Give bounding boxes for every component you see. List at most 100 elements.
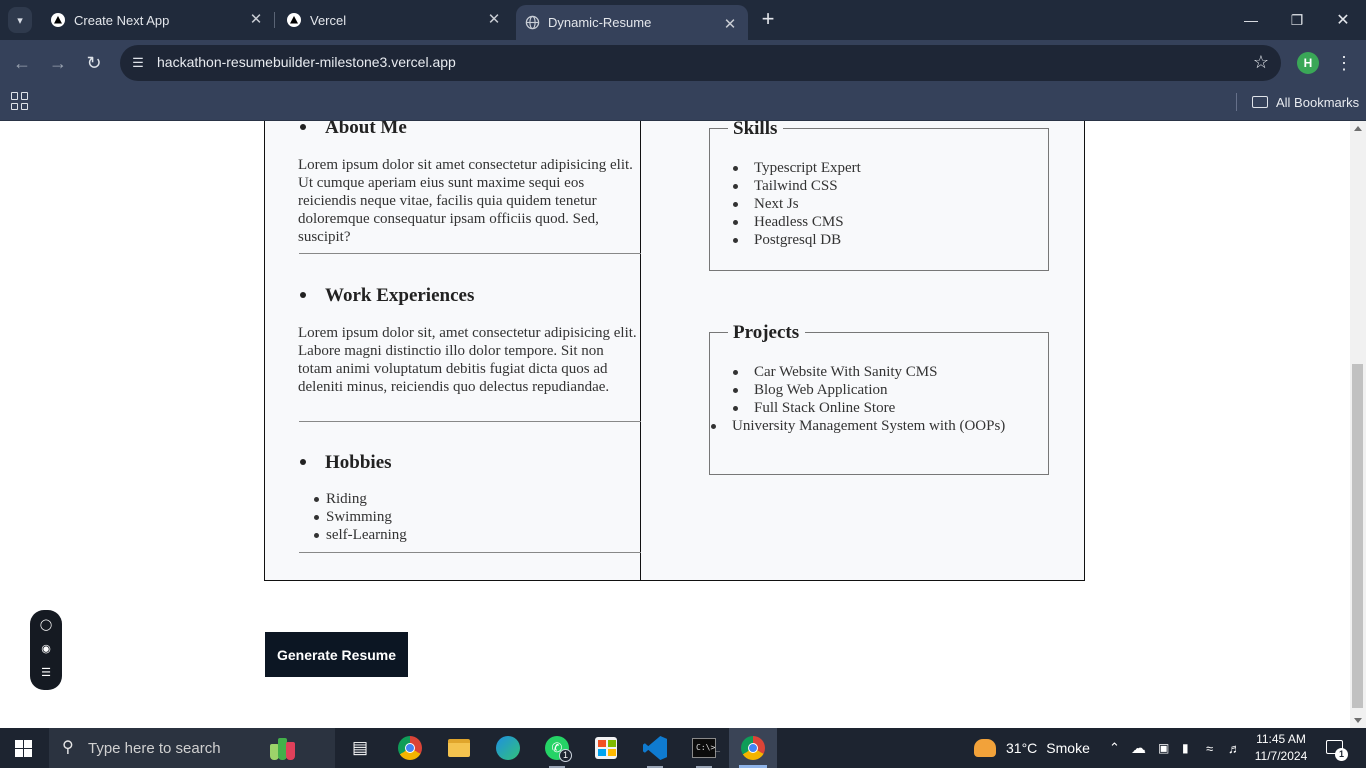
bookmark-star-icon[interactable]: ☆: [1253, 52, 1269, 73]
chevron-up-icon[interactable]: ⌃: [1109, 728, 1120, 768]
search-icon: ⚲: [62, 739, 74, 756]
reload-icon[interactable]: ↻: [82, 51, 106, 75]
work-heading: Work Experiences: [299, 285, 474, 307]
volume-icon[interactable]: ♬: [1228, 728, 1241, 768]
skills-fieldset: Skills Typescript Expert Tailwind CSS Ne…: [709, 121, 1049, 271]
tab-create-next-app[interactable]: Create Next App ✕: [40, 0, 275, 40]
tab-dynamic-resume[interactable]: Dynamic-Resume ✕: [516, 5, 748, 40]
meet-now-icon[interactable]: ▣: [1158, 728, 1169, 768]
about-text: Lorem ipsum dolor sit amet consectetur a…: [298, 157, 633, 245]
address-bar[interactable]: ☰ hackathon-resumebuilder-milestone3.ver…: [120, 45, 1281, 81]
folder-icon: [1252, 96, 1268, 108]
globe-icon: [524, 15, 540, 31]
list-item: Car Website With Sanity CMS: [732, 363, 1030, 381]
bookmarks-bar: All Bookmarks: [0, 86, 1366, 121]
all-bookmarks-button[interactable]: All Bookmarks: [1252, 92, 1359, 112]
list-item: Swimming: [314, 508, 407, 526]
terminal-icon[interactable]: C:\>_: [680, 728, 728, 768]
list-item: Postgresql DB: [732, 231, 1032, 249]
weather-temp: 31°C: [1006, 740, 1038, 756]
windows-taskbar: ⚲ Type here to search ▤ ✆ 1 C:\>_ 31°C Sm…: [0, 728, 1366, 768]
edge-icon[interactable]: [484, 728, 532, 768]
apps-grid-icon[interactable]: [11, 92, 29, 110]
taskbar-search[interactable]: ⚲ Type here to search: [49, 728, 335, 768]
wifi-icon[interactable]: ≈: [1206, 728, 1213, 768]
list-item: Next Js: [732, 195, 1032, 213]
url-text[interactable]: hackathon-resumebuilder-milestone3.verce…: [157, 54, 456, 70]
generate-resume-button[interactable]: Generate Resume: [265, 632, 408, 677]
menu-icon[interactable]: ☰: [39, 666, 53, 680]
bullet-icon: [300, 291, 306, 298]
chrome-active-taskbar-icon[interactable]: [729, 728, 777, 768]
bookmarks-divider: [1236, 93, 1237, 111]
scrollbar-thumb[interactable]: [1352, 364, 1363, 708]
work-text: Lorem ipsum dolor sit, amet consectetur …: [298, 325, 637, 395]
whatsapp-icon[interactable]: ✆ 1: [533, 728, 581, 768]
site-settings-icon[interactable]: ☰: [128, 53, 148, 73]
microsoft-store-icon[interactable]: [582, 728, 630, 768]
weather-widget[interactable]: 31°C Smoke: [974, 728, 1090, 768]
resume-card: About Me Lorem ipsum dolor sit amet cons…: [264, 121, 1085, 581]
skills-list: Typescript Expert Tailwind CSS Next Js H…: [732, 159, 1032, 249]
page-scrollbar[interactable]: [1350, 121, 1366, 728]
battery-icon[interactable]: ▮: [1182, 728, 1189, 768]
clock-time: 11:45 AM: [1256, 732, 1306, 746]
work-heading-text: Work Experiences: [325, 285, 475, 306]
list-item: Tailwind CSS: [732, 177, 1032, 195]
back-arrow-icon[interactable]: ←: [10, 51, 34, 75]
profile-avatar[interactable]: H: [1297, 52, 1319, 74]
projects-fieldset: Projects Car Website With Sanity CMS Blo…: [709, 322, 1049, 475]
list-item: Riding: [314, 490, 407, 508]
windows-start-icon[interactable]: [15, 740, 32, 757]
comment-icon[interactable]: ◯: [39, 618, 53, 632]
new-tab-icon[interactable]: +: [756, 8, 780, 32]
bullet-icon: [300, 123, 306, 130]
page-viewport: About Me Lorem ipsum dolor sit amet cons…: [0, 121, 1350, 728]
hobbies-list: Riding Swimming self-Learning: [314, 490, 407, 544]
list-item: Blog Web Application: [732, 381, 1030, 399]
scroll-up-icon[interactable]: [1354, 126, 1362, 131]
list-item: University Management System with (OOPs): [710, 417, 1030, 435]
tab-search-dropdown-icon[interactable]: ▾: [8, 7, 32, 33]
vscode-icon[interactable]: [631, 728, 679, 768]
forward-arrow-icon[interactable]: →: [46, 51, 70, 75]
restore-icon[interactable]: ❐: [1274, 0, 1320, 40]
projects-list: Car Website With Sanity CMS Blog Web App…: [710, 363, 1030, 435]
minimize-icon[interactable]: —: [1228, 0, 1274, 40]
close-icon[interactable]: ✕: [248, 12, 264, 28]
projects-legend: Projects: [728, 322, 806, 344]
list-item: Headless CMS: [732, 213, 1032, 231]
file-explorer-icon[interactable]: [435, 728, 483, 768]
tab-vercel[interactable]: Vercel ✕: [276, 0, 512, 40]
scroll-down-icon[interactable]: [1354, 718, 1362, 723]
resume-right-column: Skills Typescript Expert Tailwind CSS Ne…: [641, 121, 1084, 580]
about-heading-text: About Me: [325, 121, 407, 138]
triangle-logo-icon: [286, 12, 302, 28]
list-item: Full Stack Online Store: [732, 399, 1030, 417]
floating-toolbar: ◯ ◉ ☰: [30, 610, 62, 690]
close-window-icon[interactable]: ✕: [1320, 0, 1366, 40]
whatsapp-badge: 1: [559, 749, 572, 762]
chrome-taskbar-icon[interactable]: [386, 728, 434, 768]
science-flasks-icon: [269, 735, 295, 761]
onedrive-cloud-icon[interactable]: ☁: [1131, 728, 1146, 768]
tab-title: Dynamic-Resume: [548, 15, 652, 30]
hobbies-heading-text: Hobbies: [325, 452, 392, 473]
triangle-logo-icon: [50, 12, 66, 28]
divider: [299, 253, 641, 254]
skills-legend: Skills: [728, 121, 784, 140]
menu-kebab-icon[interactable]: ⋮: [1334, 50, 1354, 76]
divider: [299, 421, 641, 422]
list-item: Typescript Expert: [732, 159, 1032, 177]
search-placeholder: Type here to search: [88, 739, 221, 757]
close-icon[interactable]: ✕: [486, 12, 502, 28]
close-icon[interactable]: ✕: [722, 17, 738, 33]
record-icon[interactable]: ◉: [39, 642, 53, 656]
notification-badge: 1: [1335, 748, 1348, 761]
clock-date: 11/7/2024: [1254, 749, 1308, 763]
system-clock[interactable]: 11:45 AM 11/7/2024: [1251, 731, 1311, 765]
task-view-icon[interactable]: ▤: [336, 728, 384, 768]
about-heading: About Me: [299, 121, 407, 139]
weather-icon: [974, 739, 996, 757]
tab-title: Vercel: [310, 12, 347, 28]
